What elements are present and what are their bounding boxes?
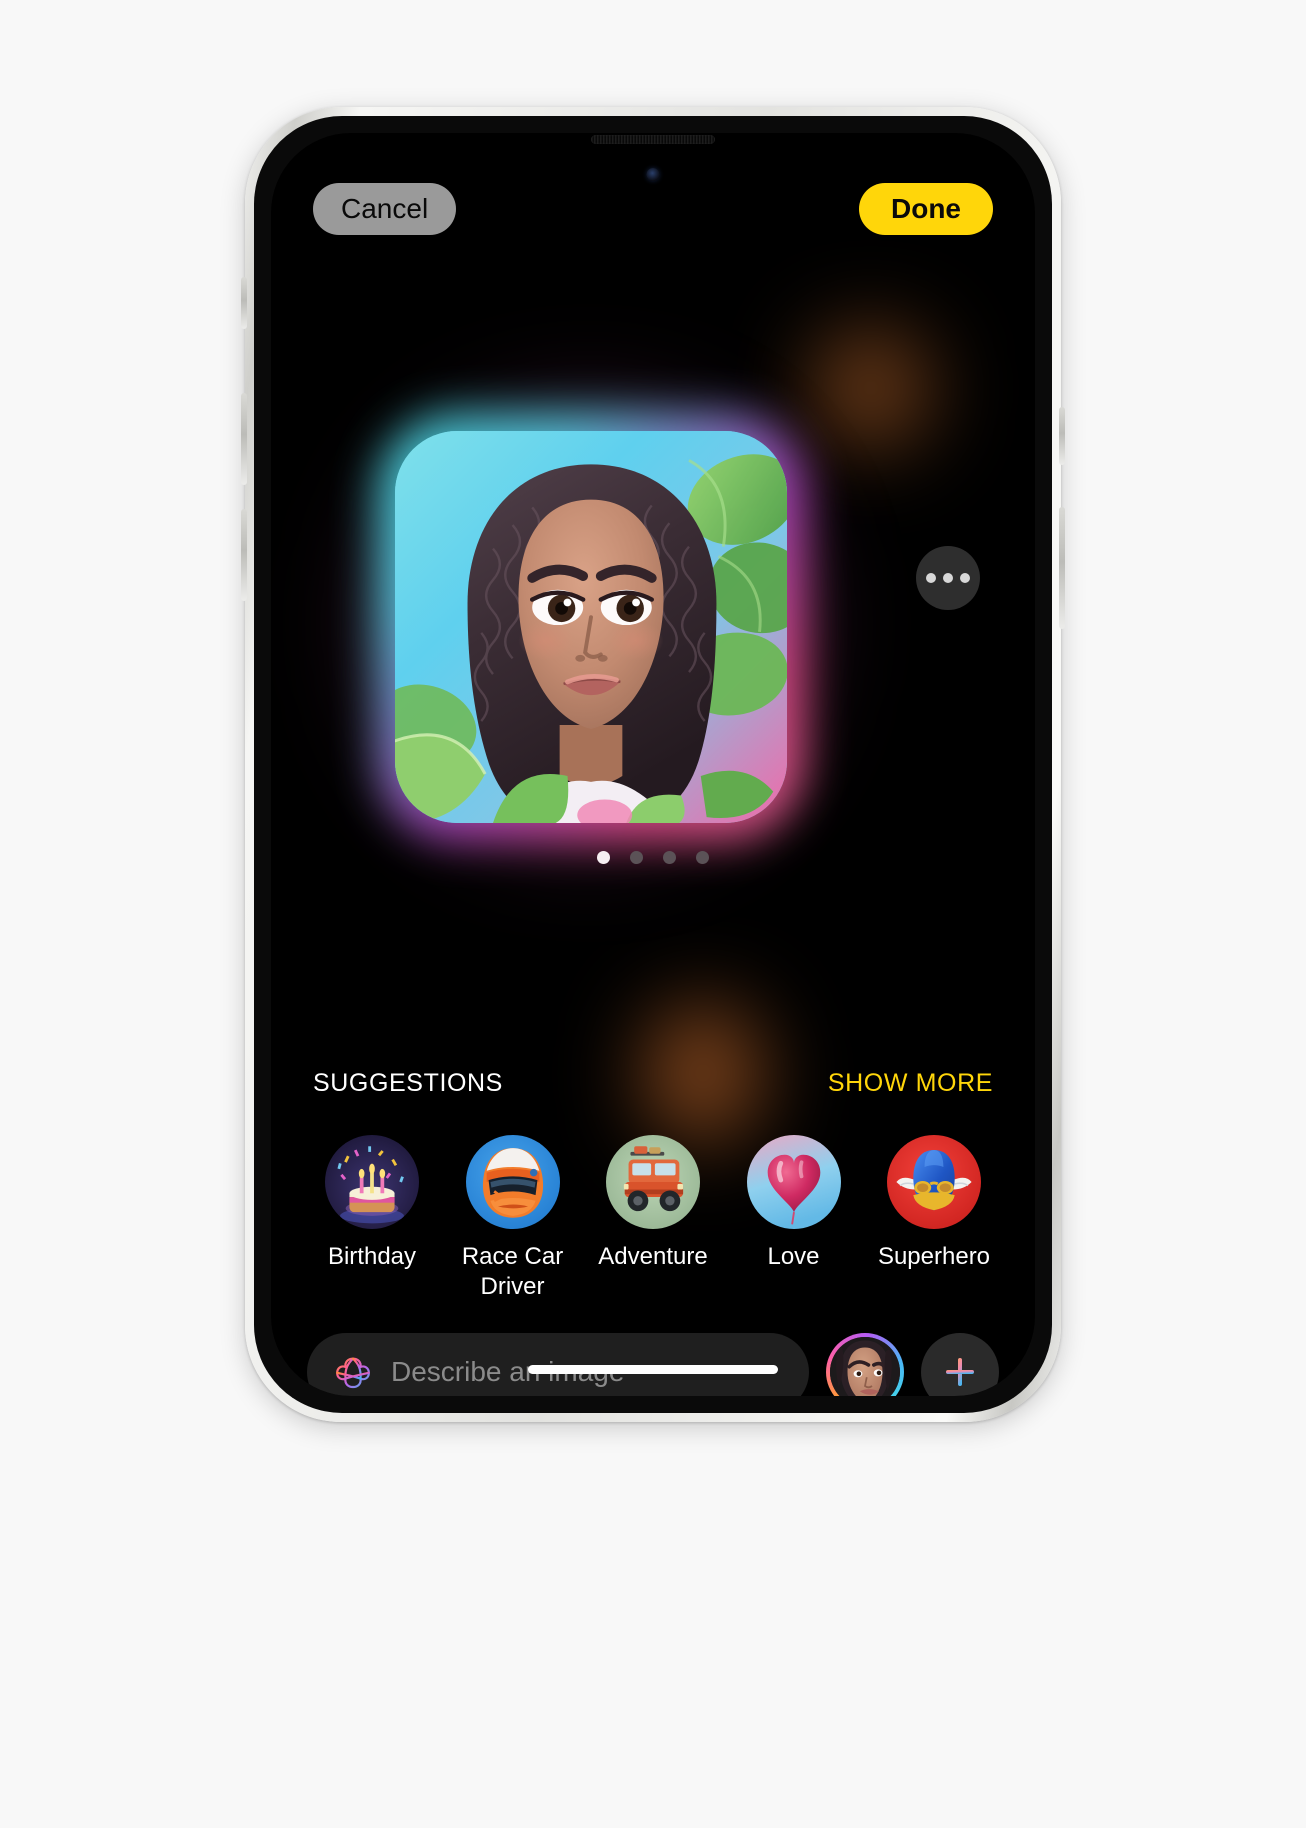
suggestion-label: Birthday xyxy=(327,1243,417,1270)
generated-image-card[interactable] xyxy=(377,413,805,841)
volume-up-button[interactable] xyxy=(241,393,247,485)
suggestion-item-adventure[interactable]: Adventure xyxy=(586,1135,720,1272)
page-dot[interactable] xyxy=(630,851,643,864)
power-button[interactable] xyxy=(1059,507,1065,629)
show-more-button[interactable]: SHOW MORE xyxy=(828,1069,993,1098)
generated-image[interactable] xyxy=(395,431,787,823)
front-camera-icon xyxy=(646,168,660,181)
birthday-cake-icon xyxy=(325,1135,419,1229)
camera-control-button[interactable] xyxy=(1059,407,1065,465)
plus-icon xyxy=(946,1358,974,1386)
iphone-device-frame: Cancel Done SUGGESTIONS SHOW MORE Birthd… xyxy=(241,107,1065,1422)
ellipsis-dot-icon xyxy=(943,573,953,583)
suggestion-label: Superhero xyxy=(877,1243,991,1270)
suggestion-label: Love xyxy=(767,1243,820,1270)
cancel-button[interactable]: Cancel xyxy=(313,183,457,235)
racing-helmet-icon xyxy=(465,1135,560,1229)
heart-balloon-icon xyxy=(746,1135,841,1229)
add-image-button[interactable] xyxy=(921,1333,999,1396)
apple-intelligence-icon xyxy=(336,1357,370,1389)
off-road-truck-icon xyxy=(606,1135,700,1229)
ambient-glow-top-right xyxy=(811,328,931,448)
suggestion-item-love[interactable]: Love xyxy=(727,1135,861,1272)
silent-switch-button[interactable] xyxy=(241,277,247,329)
screenshot-canvas: Cancel Done SUGGESTIONS SHOW MORE Birthd… xyxy=(0,0,1306,1828)
suggestions-title: SUGGESTIONS xyxy=(313,1069,503,1097)
phone-screen: Cancel Done SUGGESTIONS SHOW MORE Birthd… xyxy=(271,133,1035,1396)
suggestion-item-superhero[interactable]: Superhero xyxy=(867,1135,1001,1272)
volume-down-button[interactable] xyxy=(241,509,247,601)
suggestion-item-birthday[interactable]: Birthday xyxy=(305,1135,439,1272)
suggestion-label: Adventure xyxy=(598,1243,708,1270)
done-button[interactable]: Done xyxy=(859,183,993,235)
suggestions-list: Birthday Race Car Driver Adventure Love … xyxy=(305,1135,1001,1303)
navigation-bar: Cancel Done xyxy=(271,181,1035,237)
superhero-mask-icon xyxy=(887,1135,981,1229)
more-options-button[interactable] xyxy=(916,546,980,610)
suggestion-label: Race Car Driver xyxy=(461,1243,564,1301)
earpiece-speaker-grille xyxy=(591,135,715,144)
avatar-button[interactable] xyxy=(826,1333,904,1396)
page-indicator[interactable] xyxy=(271,851,1035,864)
page-dot[interactable] xyxy=(663,851,676,864)
phone-bezel: Cancel Done SUGGESTIONS SHOW MORE Birthd… xyxy=(254,116,1052,1413)
page-dot[interactable] xyxy=(597,851,610,864)
page-dot[interactable] xyxy=(696,851,709,864)
ellipsis-dot-icon xyxy=(960,573,970,583)
home-indicator[interactable] xyxy=(528,1365,778,1374)
suggestions-header: SUGGESTIONS SHOW MORE xyxy=(313,1069,993,1098)
portrait-illustration-icon xyxy=(395,431,787,823)
ellipsis-dot-icon xyxy=(926,573,936,583)
avatar xyxy=(830,1337,900,1396)
suggestion-item-race-car-driver[interactable]: Race Car Driver xyxy=(446,1135,580,1303)
